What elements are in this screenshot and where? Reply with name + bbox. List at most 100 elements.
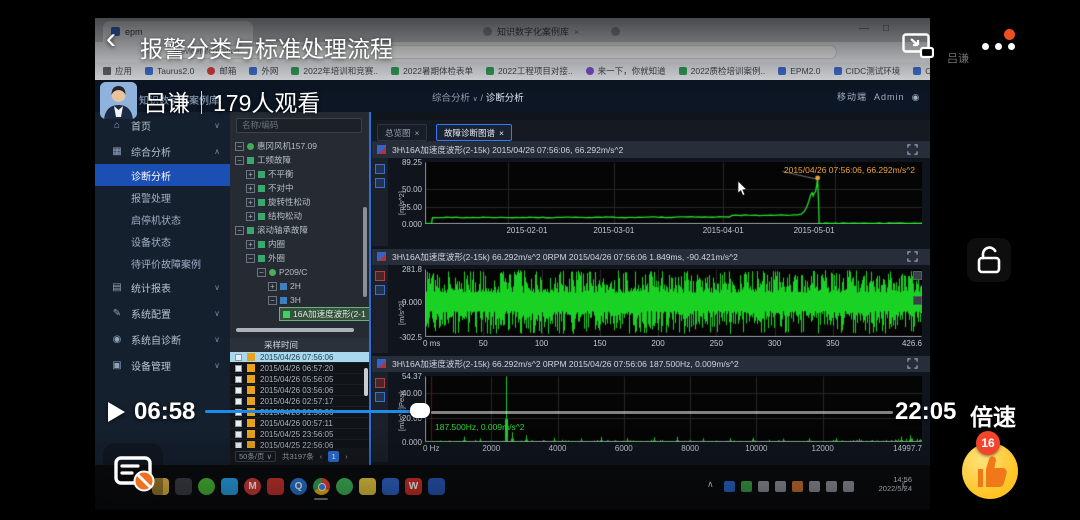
row-checkbox[interactable] [235, 354, 242, 361]
mail-icon[interactable]: M [244, 478, 261, 495]
expand-icon[interactable]: + [246, 184, 255, 193]
picture-in-picture-icon[interactable] [902, 33, 934, 59]
back-button[interactable]: ‹ [106, 22, 116, 56]
waveform-chart-canvas[interactable] [425, 269, 922, 337]
display-icon[interactable] [809, 481, 820, 492]
row-checkbox[interactable] [235, 420, 242, 427]
sample-row[interactable]: 2015/04/26 06:57:20 [230, 363, 370, 374]
window-minimize-button[interactable]: — [859, 23, 869, 34]
breadcrumb-parent[interactable]: 综合分析 [432, 93, 470, 104]
tab-close-icon[interactable]: × [499, 128, 504, 138]
fullscreen-expand-icon[interactable] [907, 358, 918, 369]
play-button[interactable] [108, 402, 125, 422]
admin-user-label[interactable]: Admin [874, 92, 905, 102]
tab-fault-diagnosis-atlas[interactable]: 故障诊断图谱× [436, 124, 512, 141]
sample-row[interactable]: 2015/04/26 05:56:05 [230, 374, 370, 385]
sample-row[interactable]: 2015/04/25 23:56:05 [230, 429, 370, 440]
collapse-icon[interactable]: − [257, 268, 266, 277]
app-blue-icon[interactable] [382, 478, 399, 495]
bookmark-item[interactable]: CIDC测试环境 [834, 65, 901, 77]
move-icon[interactable] [775, 481, 786, 492]
camera-icon[interactable] [843, 481, 854, 492]
bookmark-item[interactable]: Taurus2.0 [145, 66, 194, 76]
fullscreen-expand-icon[interactable] [907, 251, 918, 262]
fullscreen-expand-icon[interactable] [907, 144, 918, 155]
qq-browser-icon[interactable]: Q [290, 478, 307, 495]
more-menu-icon[interactable] [982, 43, 989, 50]
expand-icon[interactable]: + [246, 212, 255, 221]
expand-icon[interactable]: + [246, 170, 255, 179]
mobile-link[interactable]: 移动端 [837, 92, 867, 102]
spectrum-chart-canvas[interactable] [425, 376, 922, 442]
collapse-icon[interactable]: − [246, 254, 255, 263]
prev-page-button[interactable]: ‹ [320, 452, 323, 461]
wps-icon[interactable]: W [405, 478, 422, 495]
row-checkbox[interactable] [235, 387, 242, 394]
current-page-button[interactable]: 1 [328, 451, 339, 462]
night-mode-icon[interactable]: ☾ [901, 479, 911, 492]
sidebar-item-系统配置[interactable]: ✎系统配置∨ [95, 300, 230, 326]
tree-node-不对中[interactable]: +不对中 [246, 181, 294, 195]
collapse-icon[interactable]: − [235, 226, 244, 235]
sidebar-item-系统自诊断[interactable]: ◉系统自诊断∨ [95, 326, 230, 352]
tree-node-旋转性松动[interactable]: +旋转性松动 [246, 195, 311, 209]
expand-icon[interactable]: + [268, 282, 277, 291]
bookmark-item[interactable]: CIDC演示环境 [913, 65, 930, 77]
bookmark-item[interactable]: EPM2.0 [778, 66, 820, 76]
dingtalk-icon[interactable] [221, 478, 238, 495]
more-menu-icon[interactable] [1008, 43, 1015, 50]
sidebar-item-待评价故障案例[interactable]: 待评价故障案例 [95, 252, 230, 274]
more-menu-icon[interactable] [995, 43, 1002, 50]
sidebar-item-设备管理[interactable]: ▣设备管理∨ [95, 352, 230, 378]
collapse-icon[interactable]: − [268, 296, 277, 305]
bookmark-item[interactable]: 应用 [103, 65, 132, 77]
tray-green-icon[interactable] [741, 481, 752, 492]
tree-node-滚动轴承故障[interactable]: −滚动轴承故障 [235, 223, 308, 237]
horizontal-scrollbar[interactable] [236, 328, 354, 332]
sidebar-item-诊断分析[interactable]: 诊断分析 [95, 164, 230, 186]
tab-overview[interactable]: 总览图× [377, 124, 427, 141]
page-size-select[interactable]: 50条/页 ∨ [235, 451, 276, 462]
tree-node-不平衡[interactable]: +不平衡 [246, 167, 294, 181]
browser-tab-2[interactable]: 知识数字化案例库 × [475, 21, 595, 42]
sidebar-item-统计报表[interactable]: ▤统计报表∨ [95, 274, 230, 300]
app-green-icon[interactable] [336, 478, 353, 495]
sample-row[interactable]: 2015/04/26 07:56:06 [230, 352, 370, 363]
expand-icon[interactable]: + [246, 240, 255, 249]
row-checkbox[interactable] [235, 431, 242, 438]
streamer-avatar[interactable] [100, 82, 137, 119]
tab-close-icon[interactable]: × [415, 128, 420, 138]
collapse-icon[interactable]: − [235, 156, 244, 165]
window-maximize-button[interactable]: □ [883, 23, 889, 34]
bookmark-item[interactable]: 2022质检培训案例.. [679, 65, 766, 77]
tree-node-2H[interactable]: +2H [268, 279, 301, 293]
tree-node-结构松动[interactable]: +结构松动 [246, 209, 302, 223]
bookmark-item[interactable]: 2022工程项目对接.. [486, 65, 573, 77]
zoom-in-button[interactable] [913, 271, 922, 280]
calculator-icon[interactable] [175, 478, 192, 495]
tab-close-icon[interactable]: × [574, 27, 579, 37]
sample-row[interactable]: 2015/04/26 03:56:06 [230, 385, 370, 396]
tree-search-input[interactable]: 名称/编码 [236, 118, 362, 133]
tray-expand-icon[interactable]: ∧ [707, 479, 714, 490]
tree-node-外圈[interactable]: −外圈 [246, 251, 285, 265]
chrome-icon[interactable] [313, 478, 330, 495]
sidebar-item-启停机状态[interactable]: 启停机状态 [95, 208, 230, 230]
sample-row[interactable]: 2015/04/26 00:57:11 [230, 418, 370, 429]
playback-speed-button[interactable]: 倍速 [970, 398, 1016, 432]
bookmark-item[interactable]: 2022暑期体检表单 [391, 65, 473, 77]
tree-node-3H[interactable]: −3H [268, 293, 301, 307]
danmaku-off-button[interactable] [103, 443, 163, 503]
sidebar-item-报警处理[interactable]: 报警处理 [95, 186, 230, 208]
bookmark-item[interactable]: 2022年培训和竞赛.. [291, 65, 378, 77]
tree-node-惠冈风机157.09[interactable]: −惠冈风机157.09 [235, 139, 317, 153]
bookmark-item[interactable]: 外网 [249, 65, 278, 77]
tree-node-工频故障[interactable]: −工频故障 [235, 153, 291, 167]
rotation-lock-button[interactable] [967, 238, 1011, 282]
tree-node-内圈[interactable]: +内圈 [246, 237, 285, 251]
volume-icon[interactable] [826, 481, 837, 492]
zoom-out-button[interactable] [913, 296, 922, 305]
bookmark-item[interactable]: 邮箱 [207, 65, 236, 77]
tree-node-16A加速度波形(2-1[interactable]: 16A加速度波形(2-1 [279, 307, 370, 321]
notes-icon[interactable] [359, 478, 376, 495]
